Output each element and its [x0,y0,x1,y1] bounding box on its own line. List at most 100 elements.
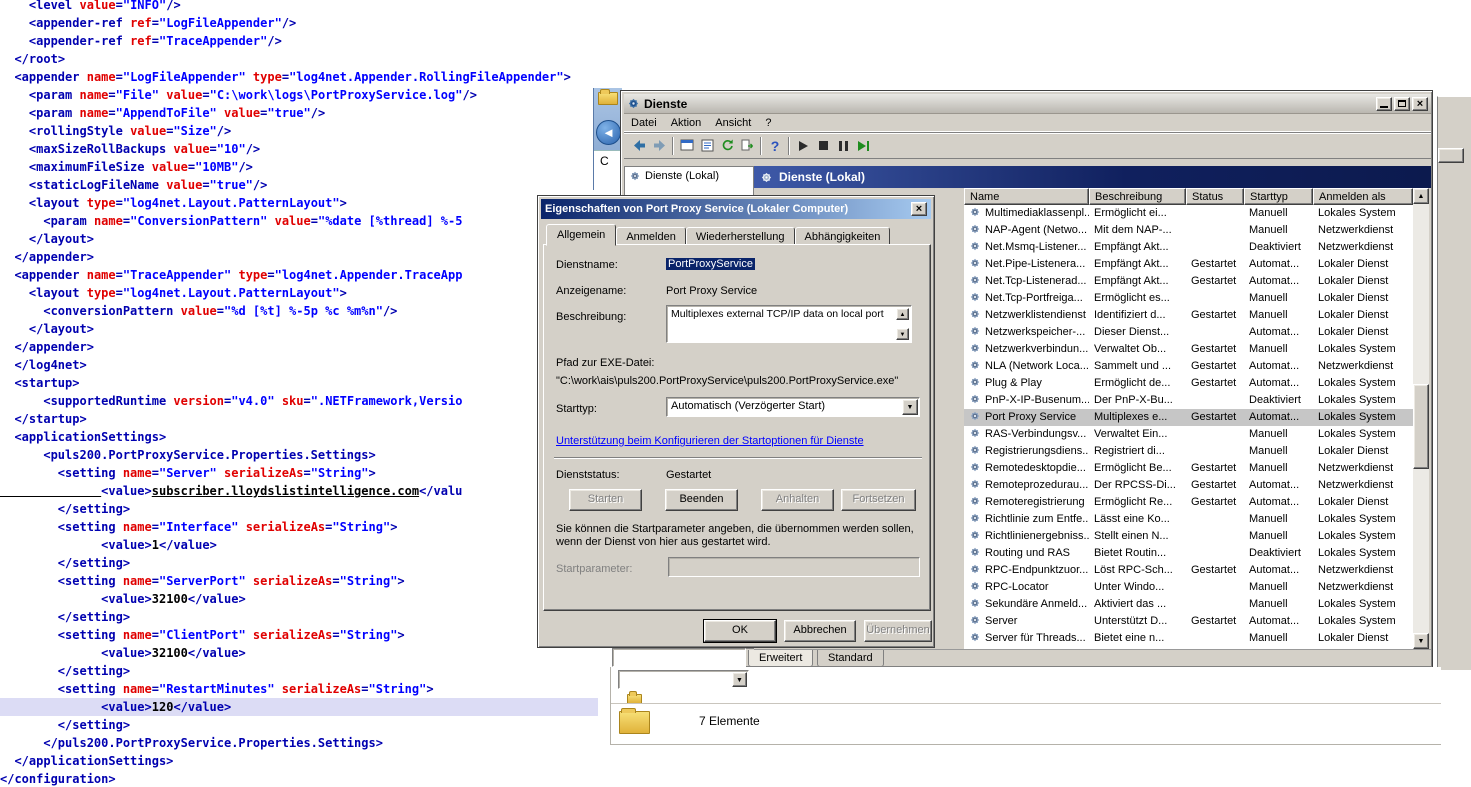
dienstname-value[interactable]: PortProxyService [666,258,755,270]
code-line[interactable]: <value>32100</value> [0,644,598,662]
service-row[interactable]: Multimediaklassenpl...Ermöglicht ei...Ma… [964,205,1413,222]
refresh-icon[interactable] [717,136,737,156]
column-header-status[interactable]: Status [1186,188,1244,205]
service-row[interactable]: Net.Msmq-Listener...Empfängt Akt...Deakt… [964,239,1413,256]
service-row[interactable]: Netzwerkspeicher-...Dieser Dienst...Auto… [964,324,1413,341]
code-line[interactable]: <setting name="ClientPort" serializeAs="… [0,626,598,644]
scroll-down-button[interactable]: ▼ [1413,633,1429,649]
code-line[interactable]: <staticLogFileName value="true"/> [0,176,598,194]
service-row[interactable]: RPC-LocatorUnter Windo...ManuellNetzwerk… [964,579,1413,596]
service-row[interactable]: Server für Threads...Bietet eine n...Man… [964,630,1413,647]
service-row[interactable]: Net.Pipe-Listenera...Empfängt Akt...Gest… [964,256,1413,273]
column-header-starttyp[interactable]: Starttyp [1244,188,1313,205]
code-line[interactable]: </startup> [0,410,598,428]
restart-service-icon[interactable] [853,136,873,156]
code-line[interactable]: </configuration> [0,770,598,787]
code-line[interactable]: <appender name="TraceAppender" type="log… [0,266,598,284]
code-line[interactable]: <layout type="log4net.Layout.PatternLayo… [0,194,598,212]
ok-button[interactable]: OK [704,620,776,642]
uebernehmen-button[interactable]: Übernehmen [864,620,932,642]
explorer-field[interactable] [612,648,746,667]
column-header-anmelden[interactable]: Anmelden als [1313,188,1413,205]
service-row[interactable]: Routing und RASBietet Routin...Deaktivie… [964,545,1413,562]
filter-dropdown[interactable]: ▼ [618,670,749,689]
dialog-titlebar[interactable]: Eigenschaften von Port Proxy Service (Lo… [541,199,931,219]
tab-allgemein[interactable]: Allgemein [546,224,616,246]
service-row[interactable]: Richtlinienergebniss...Stellt einen N...… [964,528,1413,545]
maximize-button[interactable] [1394,97,1410,111]
chevron-down-icon[interactable]: ▼ [902,399,918,415]
code-line[interactable]: </setting> [0,554,598,572]
code-line[interactable]: <maximumFileSize value="10MB"/> [0,158,598,176]
code-line[interactable]: <applicationSettings> [0,428,598,446]
menu-aktion[interactable]: Aktion [664,115,709,131]
properties-icon[interactable] [697,136,717,156]
service-row[interactable]: Net.Tcp-Listenerad...Empfängt Akt...Gest… [964,273,1413,290]
minimize-button[interactable] [1376,97,1392,111]
code-line[interactable]: </setting> [0,662,598,680]
service-row[interactable]: NLA (Network Loca...Sammelt und ...Gesta… [964,358,1413,375]
menu-datei[interactable]: Datei [624,115,664,131]
code-line[interactable]: </layout> [0,320,598,338]
service-row[interactable]: Port Proxy ServiceMultiplexes e...Gestar… [964,409,1413,426]
tab-standard[interactable]: Standard [817,650,884,667]
code-line[interactable]: </root> [0,50,598,68]
code-line[interactable]: </log4net> [0,356,598,374]
scroll-up-icon[interactable]: ▲ [896,308,909,320]
tree-item-dienste-lokal[interactable]: Dienste (Lokal) [625,167,753,185]
code-line[interactable]: </applicationSettings> [0,752,598,770]
service-row[interactable]: PnP-X-IP-Busenum...Der PnP-X-Bu...Deakti… [964,392,1413,409]
beenden-button[interactable]: Beenden [665,489,738,511]
code-line[interactable]: <appender-ref ref="LogFileAppender"/> [0,14,598,32]
vertical-scrollbar[interactable]: ▲ ▼ [1413,188,1429,649]
code-line[interactable]: <param name="File" value="C:\work\logs\P… [0,86,598,104]
service-row[interactable]: NAP-Agent (Netwo...Mit dem NAP-...Manuel… [964,222,1413,239]
code-line[interactable]: </setting> [0,608,598,626]
code-line[interactable]: <level value="INFO"/> [0,0,598,14]
service-row[interactable]: Netzwerkverbindun...Verwaltet Ob...Gesta… [964,341,1413,358]
services-titlebar[interactable]: Dienste × [624,94,1431,114]
service-row[interactable]: Registrierungsdiens...Registriert di...M… [964,443,1413,460]
code-line[interactable]: <setting name="RestartMinutes" serialize… [0,680,598,698]
startoptions-help-link[interactable]: Unterstützung beim Konfigurieren der Sta… [556,435,864,447]
start-service-icon[interactable] [793,136,813,156]
code-line[interactable]: </puls200.PortProxyService.Properties.Se… [0,734,598,752]
service-row[interactable]: RemoteregistrierungErmöglicht Re...Gesta… [964,494,1413,511]
starttyp-dropdown[interactable]: Automatisch (Verzögerter Start) ▼ [666,397,920,417]
code-line[interactable]: </appender> [0,338,598,356]
service-row[interactable]: RAS-Verbindungsv...Verwaltet Ein...Manue… [964,426,1413,443]
close-button[interactable]: × [1412,97,1428,111]
code-line[interactable]: <conversionPattern value="%d [%t] %-5p %… [0,302,598,320]
service-row[interactable]: Plug & PlayErmöglicht de...GestartetAuto… [964,375,1413,392]
code-line[interactable]: <value>32100</value> [0,590,598,608]
abbrechen-button[interactable]: Abbrechen [784,620,856,642]
code-line[interactable]: <value>120</value> [0,698,598,716]
xml-editor[interactable]: <level value="INFO"/> <appender-ref ref=… [0,0,612,787]
scroll-down-icon[interactable]: ▼ [896,328,909,340]
dialog-close-button[interactable]: × [911,202,927,216]
service-row[interactable]: RPC-Endpunktzuor...Löst RPC-Sch...Gestar… [964,562,1413,579]
service-row[interactable]: Remoteprozedurau...Der RPCSS-Di...Gestar… [964,477,1413,494]
tab-erweitert[interactable]: Erweitert [748,650,813,667]
stop-service-icon[interactable] [813,136,833,156]
starten-button[interactable]: Starten [569,489,642,511]
startparameter-input[interactable] [668,557,920,577]
scrollbar-thumb[interactable] [1413,384,1429,469]
anhalten-button[interactable]: Anhalten [761,489,834,511]
code-line[interactable]: </setting> [0,500,598,518]
service-row[interactable]: Sekundäre Anmeld...Aktiviert das ...Manu… [964,596,1413,613]
scroll-up-button[interactable]: ▲ [1413,188,1429,204]
service-row[interactable]: Net.Tcp-Portfreiga...Ermöglicht es...Man… [964,290,1413,307]
service-row[interactable]: Richtlinie zum Entfe...Lässt eine Ko...M… [964,511,1413,528]
code-line[interactable]: <maxSizeRollBackups value="10"/> [0,140,598,158]
code-line[interactable]: <param name="ConversionPattern" value="%… [0,212,598,230]
code-line[interactable]: <value>1</value> [0,536,598,554]
service-row[interactable]: NetzwerklistendienstIdentifiziert d...Ge… [964,307,1413,324]
column-header-beschreibung[interactable]: Beschreibung [1089,188,1186,205]
back-button[interactable]: ◄ [596,120,621,145]
service-row[interactable]: ServerUnterstützt D...GestartetAutomat..… [964,613,1413,630]
column-header-name[interactable]: Name [964,188,1089,205]
fortsetzen-button[interactable]: Fortsetzen [841,489,916,511]
service-row[interactable]: Remotedesktopdie...Ermöglicht Be...Gesta… [964,460,1413,477]
forward-icon[interactable] [649,136,669,156]
